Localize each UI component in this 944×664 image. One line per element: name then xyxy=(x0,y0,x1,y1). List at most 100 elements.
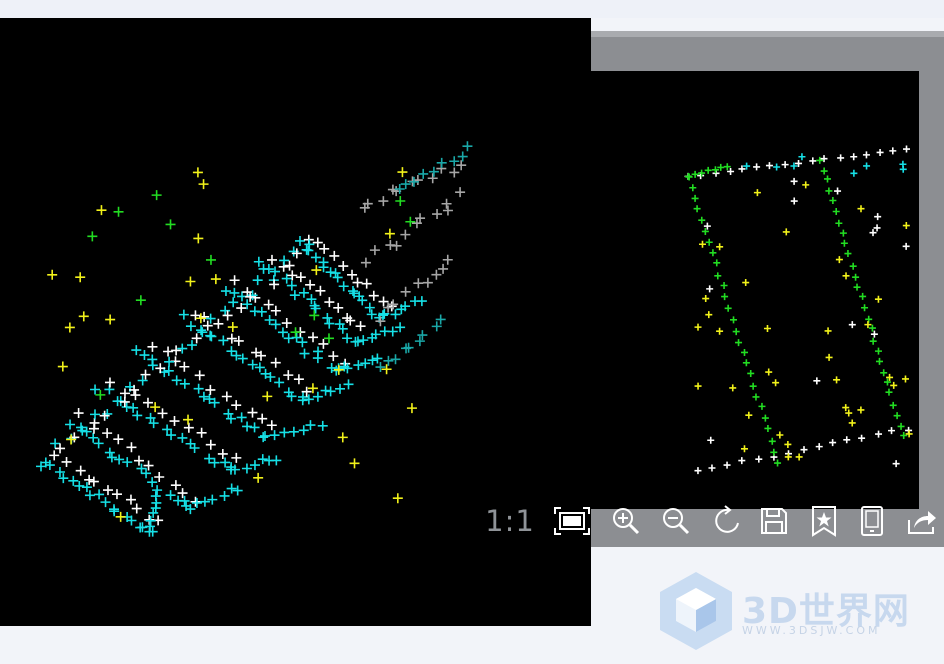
point-marker xyxy=(150,491,161,502)
point-marker xyxy=(890,381,898,389)
point-marker xyxy=(837,154,845,162)
point-marker xyxy=(716,243,724,251)
point-marker xyxy=(288,426,299,437)
point-marker xyxy=(266,254,277,265)
point-marker xyxy=(758,402,766,410)
point-marker xyxy=(457,151,468,162)
point-marker xyxy=(709,249,717,257)
point-marker xyxy=(102,428,113,439)
point-marker xyxy=(131,345,142,356)
point-marker xyxy=(403,342,414,353)
fit-window-button[interactable] xyxy=(550,503,594,539)
point-marker xyxy=(253,472,264,483)
point-marker xyxy=(714,272,722,280)
point-marker xyxy=(899,165,907,173)
point-marker xyxy=(790,197,798,205)
point-marker xyxy=(213,318,224,329)
point-marker xyxy=(873,224,881,232)
point-marker xyxy=(303,245,314,256)
point-marker xyxy=(364,302,375,313)
point-marker xyxy=(763,324,771,332)
point-marker xyxy=(68,475,79,486)
phone-icon xyxy=(861,506,883,536)
point-marker xyxy=(121,402,132,413)
point-marker xyxy=(312,353,323,364)
point-marker xyxy=(781,161,789,169)
point-marker xyxy=(210,274,221,285)
point-marker xyxy=(815,443,823,451)
point-marker xyxy=(798,153,806,161)
point-marker xyxy=(217,448,228,459)
point-marker xyxy=(347,269,358,280)
point-marker xyxy=(784,440,792,448)
point-marker xyxy=(177,343,188,354)
point-marker xyxy=(901,375,909,383)
point-marker xyxy=(61,456,72,467)
point-marker xyxy=(885,388,893,396)
point-marker xyxy=(835,219,843,227)
point-marker xyxy=(133,455,144,466)
point-marker xyxy=(330,268,341,279)
point-marker xyxy=(764,424,772,432)
point-marker xyxy=(178,309,189,320)
point-marker xyxy=(724,304,732,312)
point-marker xyxy=(698,216,706,224)
point-marker xyxy=(395,195,406,206)
point-marker xyxy=(279,427,290,438)
point-marker xyxy=(905,430,913,438)
point-marker xyxy=(186,340,197,351)
save-button[interactable] xyxy=(752,503,796,539)
zoom-out-icon xyxy=(663,508,690,535)
point-marker xyxy=(270,305,281,316)
point-marker xyxy=(264,315,275,326)
point-marker xyxy=(824,327,832,335)
point-marker xyxy=(704,166,712,174)
point-marker xyxy=(889,147,897,155)
point-marker xyxy=(325,267,336,278)
point-marker xyxy=(770,448,778,456)
point-marker xyxy=(218,335,229,346)
point-marker xyxy=(713,259,721,267)
point-marker xyxy=(220,305,231,316)
point-marker xyxy=(324,297,335,308)
point-marker xyxy=(171,345,182,356)
share-button[interactable] xyxy=(900,503,944,539)
point-marker xyxy=(880,369,888,377)
point-marker xyxy=(721,293,729,301)
point-marker xyxy=(303,394,314,405)
point-marker xyxy=(729,384,737,392)
point-marker xyxy=(225,413,236,424)
point-marker xyxy=(198,179,209,190)
point-marker xyxy=(151,190,162,201)
zoom-in-button[interactable] xyxy=(604,503,648,539)
point-marker xyxy=(193,383,204,394)
point-marker xyxy=(270,266,281,277)
favorite-button[interactable] xyxy=(802,503,846,539)
point-marker xyxy=(198,391,209,402)
point-marker xyxy=(147,477,158,488)
point-marker xyxy=(233,335,244,346)
point-marker xyxy=(191,333,202,344)
point-marker xyxy=(684,173,692,181)
point-marker xyxy=(903,145,911,153)
send-to-phone-button[interactable] xyxy=(850,503,894,539)
point-marker xyxy=(375,362,386,373)
point-marker xyxy=(352,277,363,288)
point-marker xyxy=(765,162,773,170)
point-marker xyxy=(707,436,715,444)
point-marker xyxy=(312,391,323,402)
point-marker xyxy=(730,316,738,324)
point-marker xyxy=(862,151,870,159)
point-marker xyxy=(226,333,237,344)
point-marker xyxy=(753,163,761,171)
point-marker xyxy=(868,324,876,332)
point-marker xyxy=(372,353,383,364)
point-marker xyxy=(75,272,86,283)
point-marker xyxy=(147,341,158,352)
zoom-out-button[interactable] xyxy=(654,503,698,539)
point-marker xyxy=(50,438,61,449)
point-marker xyxy=(312,237,323,248)
point-marker xyxy=(800,446,808,454)
point-marker xyxy=(242,421,253,432)
rotate-button[interactable] xyxy=(704,503,748,539)
